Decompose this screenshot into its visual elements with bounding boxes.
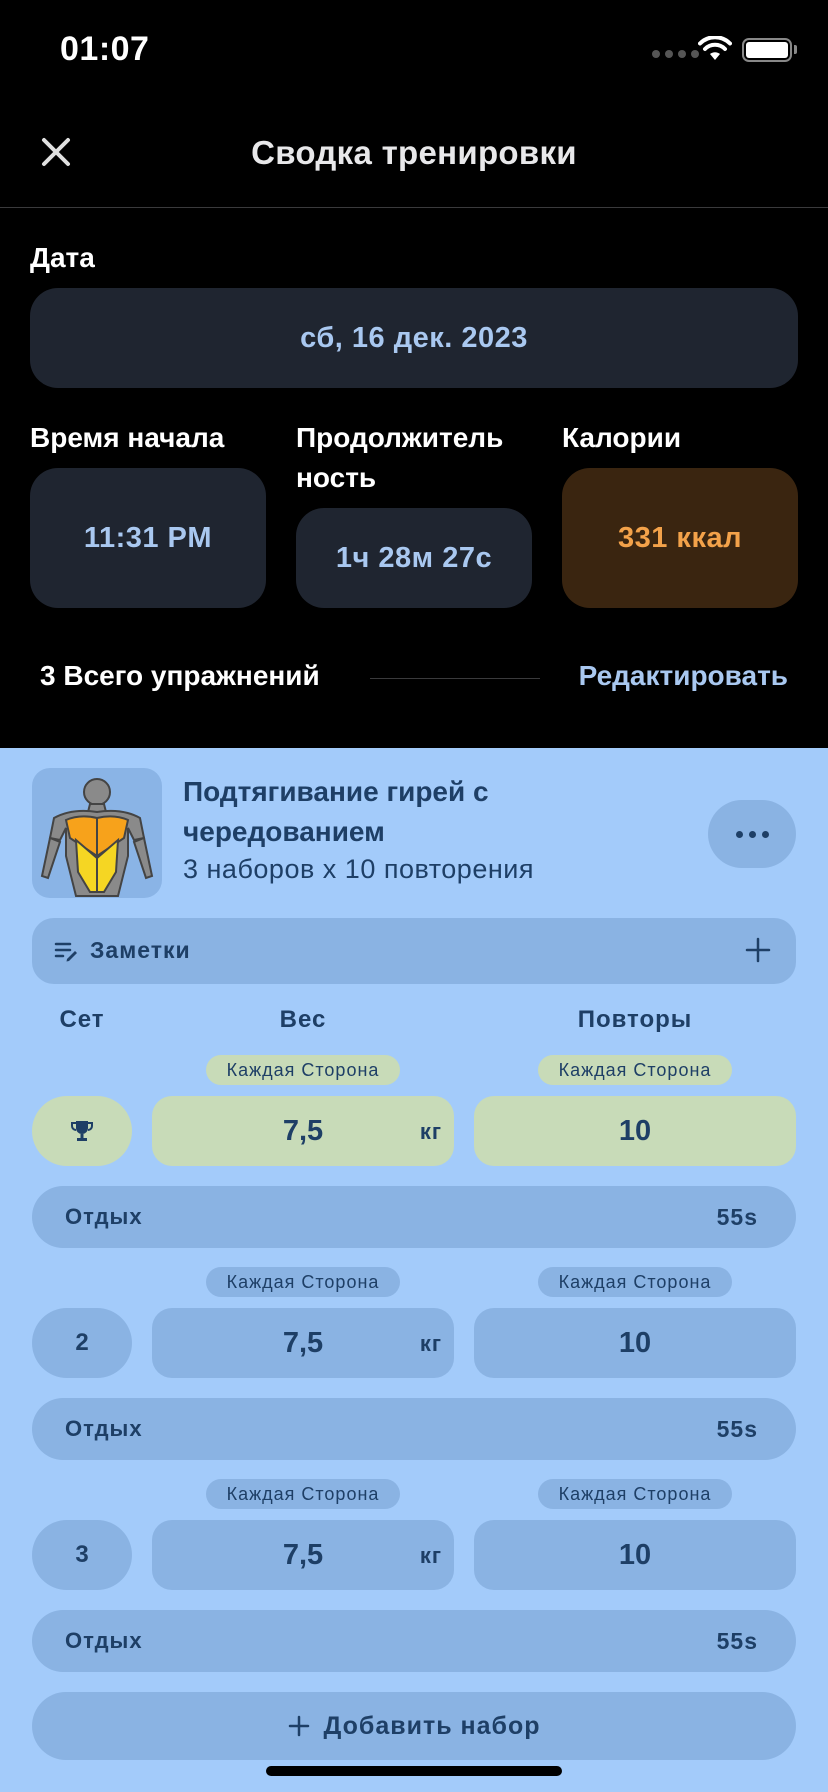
- weight-side-tag: Каждая Сторона: [206, 1479, 400, 1509]
- reps-value: 10: [618, 1114, 652, 1147]
- battery-icon: [742, 38, 792, 62]
- weight-side-tag: Каждая Сторона: [206, 1267, 400, 1297]
- notes-label: Заметки: [90, 937, 191, 963]
- reps-input[interactable]: 10: [474, 1520, 796, 1590]
- reps-value: 10: [618, 1326, 652, 1359]
- divider: [370, 678, 540, 679]
- notes-icon: [54, 942, 77, 962]
- status-time: 01:07: [60, 30, 150, 68]
- summary-row: 3 Всего упражнений Редактировать: [0, 650, 828, 706]
- add-set-button[interactable]: Добавить набор: [32, 1692, 796, 1760]
- reps-input[interactable]: 10: [474, 1308, 796, 1378]
- reps-side-tag: Каждая Сторона: [538, 1479, 732, 1509]
- weight-unit: кг: [419, 1543, 442, 1568]
- edit-link[interactable]: Редактировать: [579, 660, 788, 692]
- duration-label-line1: Продолжитель: [296, 422, 504, 453]
- start-time-button[interactable]: 11:31 PM: [30, 468, 266, 608]
- weight-unit: кг: [419, 1119, 442, 1144]
- rest-value: 55s: [716, 1628, 758, 1654]
- nav-bar: Сводка тренировки: [0, 100, 828, 208]
- weight-side-tag: Каждая Сторона: [206, 1055, 400, 1085]
- rest-value: 55s: [716, 1204, 758, 1230]
- header-reps: Повторы: [577, 1006, 693, 1033]
- home-indicator[interactable]: [266, 1766, 562, 1776]
- rest-label: Отдых: [65, 1416, 143, 1441]
- date-label: Дата: [30, 242, 95, 273]
- plus-icon[interactable]: [744, 936, 772, 964]
- weight-input[interactable]: 7,5 кг: [152, 1308, 454, 1378]
- more-icon[interactable]: [708, 800, 796, 868]
- rest-label: Отдых: [65, 1628, 143, 1653]
- exercise-card: Подтягивание гирей с чередованием 3 набо…: [0, 748, 828, 1792]
- add-set-label: Добавить набор: [323, 1711, 541, 1740]
- calories-label: Калории: [562, 422, 682, 453]
- trophy-icon: [71, 1121, 93, 1141]
- set-badge[interactable]: [32, 1096, 132, 1166]
- rest-row[interactable]: Отдых 55s: [32, 1610, 796, 1672]
- reps-side-tag: Каждая Сторона: [538, 1267, 732, 1297]
- weight-value: 7,5: [282, 1114, 324, 1147]
- rest-label: Отдых: [65, 1204, 143, 1229]
- notes-button[interactable]: Заметки: [32, 918, 796, 984]
- exercise-title[interactable]: Подтягивание гирей с чередованием: [183, 772, 603, 852]
- weight-value: 7,5: [282, 1326, 324, 1359]
- reps-side-tag: Каждая Сторона: [538, 1055, 732, 1085]
- page-title: Сводка тренировки: [251, 134, 577, 171]
- plus-icon: [289, 1715, 310, 1737]
- exercise-subtitle: 3 наборов x 10 повторения: [183, 854, 534, 884]
- muscle-diagram: [40, 778, 154, 897]
- reps-value: 10: [618, 1538, 652, 1571]
- header-weight: Вес: [279, 1006, 327, 1033]
- weight-input[interactable]: 7,5 кг: [152, 1520, 454, 1590]
- calories-button[interactable]: 331 ккал: [562, 468, 798, 608]
- start-time-label: Время начала: [30, 422, 225, 453]
- rest-value: 55s: [716, 1416, 758, 1442]
- duration-label-line2: ность: [296, 462, 377, 493]
- weight-value: 7,5: [282, 1538, 324, 1571]
- exercise-muscle-image[interactable]: [32, 768, 162, 898]
- signal-icon: [652, 50, 699, 58]
- weight-unit: кг: [419, 1331, 442, 1356]
- date-button[interactable]: сб, 16 дек. 2023: [30, 288, 798, 388]
- wifi-icon: [698, 36, 732, 60]
- header-set: Сет: [59, 1006, 105, 1033]
- total-exercises-label: 3 Всего упражнений: [40, 660, 320, 691]
- status-bar: 01:07: [0, 0, 828, 100]
- rest-row[interactable]: Отдых 55s: [32, 1186, 796, 1248]
- weight-input[interactable]: 7,5 кг: [152, 1096, 454, 1166]
- set-badge[interactable]: 2: [32, 1308, 132, 1378]
- set-badge[interactable]: 3: [32, 1520, 132, 1590]
- battery-tip: [794, 45, 797, 54]
- rest-row[interactable]: Отдых 55s: [32, 1398, 796, 1460]
- reps-input[interactable]: 10: [474, 1096, 796, 1166]
- duration-button[interactable]: 1ч 28м 27с: [296, 508, 532, 608]
